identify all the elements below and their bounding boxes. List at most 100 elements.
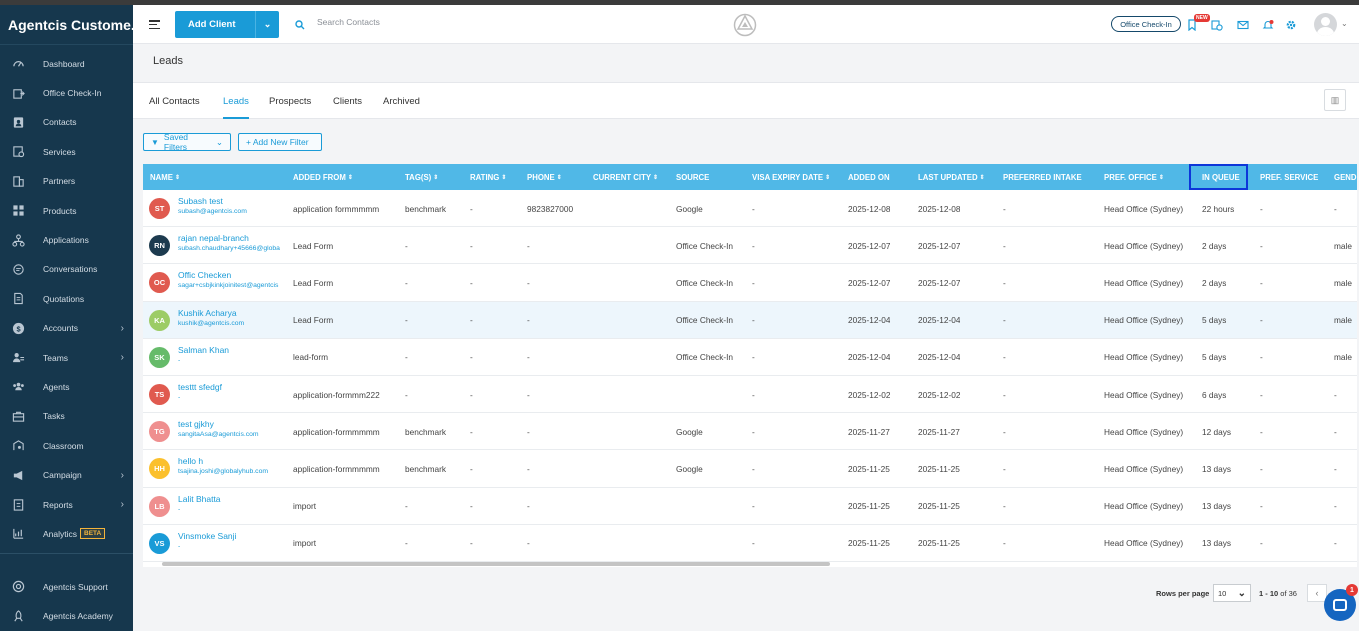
sidebar-item-applications[interactable]: Applications xyxy=(0,225,133,254)
sidebar-item-office-check-in[interactable]: Office Check-In xyxy=(0,78,133,107)
sidebar-item-agentcis-academy[interactable]: Agentcis Academy xyxy=(0,601,133,630)
contact-name-link[interactable]: rajan nepal-branch xyxy=(178,233,282,243)
sidebar-item-accounts[interactable]: $ Accounts › xyxy=(0,314,133,343)
column-header-added-on[interactable]: ADDED ON xyxy=(848,164,890,190)
column-header-tag-s[interactable]: TAG(S) ⇕ xyxy=(405,164,438,190)
schedule-icon[interactable] xyxy=(1210,18,1224,32)
table-row[interactable]: LB Lalit Bhatta - import - - - -2025-11-25 2025-… xyxy=(143,487,1357,525)
chevron-down-icon[interactable]: ⌄ xyxy=(1341,19,1348,28)
contact-name-link[interactable]: Lalit Bhatta xyxy=(178,494,282,504)
sort-icon[interactable]: ⇕ xyxy=(348,174,353,181)
search-icon xyxy=(295,20,305,32)
cell-added-from: Lead Form xyxy=(293,277,334,288)
sidebar-item-analytics[interactable]: Analytics BETA xyxy=(0,519,133,548)
contact-name-link[interactable]: testtt sfedgf xyxy=(178,382,282,392)
table-row[interactable]: TS testtt sfedgf - application-formmm222 - - -… xyxy=(143,376,1357,414)
user-avatar[interactable] xyxy=(1314,13,1337,36)
notification-bell-icon[interactable] xyxy=(1261,18,1275,32)
horizontal-scrollbar[interactable] xyxy=(162,562,830,566)
sidebar-item-label: Agentcis Support xyxy=(43,581,108,592)
table-row[interactable]: SK Salman Khan - lead-form - - - Office Check-I… xyxy=(143,338,1357,376)
table-row[interactable]: HH hello h tsajina.joshi@globalyhub.com app… xyxy=(143,450,1357,488)
office-check-in-button[interactable]: Office Check-In xyxy=(1111,16,1181,32)
column-header-pref-service[interactable]: PREF. SERVICE xyxy=(1260,164,1318,190)
search-input[interactable] xyxy=(317,17,517,27)
in-queue-highlight-box xyxy=(1189,164,1248,190)
cell-queue: 13 days xyxy=(1202,463,1232,474)
cell-intake: - xyxy=(1003,277,1006,288)
table-row[interactable]: OC Offic Checken sagar+csbjkinkjoinitest@a… xyxy=(143,264,1357,302)
sidebar-item-partners[interactable]: Partners xyxy=(0,167,133,196)
contact-name-link[interactable]: Subash test xyxy=(178,196,282,206)
contact-name-link[interactable]: Offic Checken xyxy=(178,270,282,280)
sort-icon[interactable]: ⇕ xyxy=(175,174,180,181)
tab-prospects[interactable]: Prospects xyxy=(269,96,311,107)
sidebar-item-classroom[interactable]: Classroom xyxy=(0,431,133,460)
lifebuoy-icon xyxy=(11,580,25,594)
sidebar-item-tasks[interactable]: Tasks xyxy=(0,402,133,431)
contact-name-link[interactable]: Salman Khan xyxy=(178,345,282,355)
sidebar-item-conversations[interactable]: Conversations xyxy=(0,255,133,284)
contact-name-link[interactable]: Vinsmoke Sanji xyxy=(178,531,282,541)
column-header-name[interactable]: NAME ⇕ xyxy=(150,164,180,190)
sort-icon[interactable]: ⇕ xyxy=(825,174,830,181)
hamburger-menu-icon[interactable] xyxy=(149,20,160,30)
sidebar-item-campaign[interactable]: Campaign › xyxy=(0,460,133,489)
column-header-rating[interactable]: RATING ⇕ xyxy=(470,164,506,190)
tab-archived[interactable]: Archived xyxy=(383,96,420,107)
cell-service: - xyxy=(1260,315,1263,326)
add-new-filter-button[interactable]: + Add New Filter xyxy=(238,133,322,151)
contact-name-link[interactable]: test gjkhy xyxy=(178,419,282,429)
cell-gender: - xyxy=(1334,426,1337,437)
table-row[interactable]: VS Vinsmoke Sanji - import - - - -2025-11-25 202… xyxy=(143,524,1357,562)
contact-name-link[interactable]: hello h xyxy=(178,456,282,466)
sidebar-item-dashboard[interactable]: Dashboard xyxy=(0,49,133,78)
column-header-current-city[interactable]: CURRENT CITY ⇕ xyxy=(593,164,658,190)
tab-all-contacts[interactable]: All Contacts xyxy=(149,96,200,107)
brand-title[interactable]: Agentcis Custome... xyxy=(0,5,133,45)
column-header-added-from[interactable]: ADDED FROM ⇕ xyxy=(293,164,353,190)
saved-filters-button[interactable]: ▼ Saved Filters ⌄ xyxy=(143,132,231,152)
add-client-button[interactable]: Add Client ⌄ xyxy=(175,11,279,38)
sidebar-item-label: Tasks xyxy=(43,411,65,422)
column-header-gend[interactable]: GEND xyxy=(1334,164,1357,190)
sidebar-item-services[interactable]: Services xyxy=(0,137,133,166)
sort-icon[interactable]: ⇕ xyxy=(557,174,562,181)
table-row[interactable]: KA Kushik Acharya kushik@agentcis.com Lead … xyxy=(143,301,1357,339)
table-row[interactable]: RN rajan nepal-branch subash.chaudhary+456… xyxy=(143,227,1357,265)
sidebar-item-reports[interactable]: Reports › xyxy=(0,490,133,519)
column-header-preferred-intake[interactable]: PREFERRED INTAKE xyxy=(1003,164,1082,190)
sidebar-item-agents[interactable]: Agents xyxy=(0,372,133,401)
sort-icon[interactable]: ⇕ xyxy=(1159,174,1164,181)
sidebar-item-quotations[interactable]: Quotations xyxy=(0,284,133,313)
sidebar-item-products[interactable]: Products xyxy=(0,196,133,225)
column-header-visa-expiry-date[interactable]: VISA EXPIRY DATE ⇕ xyxy=(752,164,830,190)
sort-icon[interactable]: ⇕ xyxy=(980,174,985,181)
column-header-pref-office[interactable]: PREF. OFFICE ⇕ xyxy=(1104,164,1164,190)
sidebar-item-contacts[interactable]: Contacts xyxy=(0,108,133,137)
column-header-phone[interactable]: PHONE ⇕ xyxy=(527,164,562,190)
mail-icon[interactable] xyxy=(1236,18,1250,32)
sort-icon[interactable]: ⇕ xyxy=(653,174,658,181)
sidebar-item-agentcis-support[interactable]: Agentcis Support xyxy=(0,572,133,601)
settings-gear-icon[interactable] xyxy=(1284,18,1298,32)
contact-name-block: Subash test subash@agentcis.com xyxy=(178,196,282,215)
table-row[interactable]: ST Subash test subash@agentcis.com applicat… xyxy=(143,190,1357,228)
sidebar-item-teams[interactable]: Teams › xyxy=(0,343,133,372)
chevron-right-icon: › xyxy=(120,469,124,481)
cell-queue: 5 days xyxy=(1202,315,1227,326)
column-header-last-updated[interactable]: LAST UPDATED ⇕ xyxy=(918,164,985,190)
briefcase-icon xyxy=(11,409,25,423)
tab-clients[interactable]: Clients xyxy=(333,96,362,107)
dollar-icon: $ xyxy=(11,321,25,335)
sort-icon[interactable]: ⇕ xyxy=(501,174,506,181)
column-header-source[interactable]: SOURCE xyxy=(676,164,709,190)
contact-name-link[interactable]: Kushik Acharya xyxy=(178,308,282,318)
tab-leads[interactable]: Leads xyxy=(223,96,249,107)
rows-per-page-select[interactable]: 10 ⌄ xyxy=(1213,584,1251,602)
chevron-down-icon[interactable]: ⌄ xyxy=(255,11,279,38)
sort-icon[interactable]: ⇕ xyxy=(433,174,438,181)
cell-intake: - xyxy=(1003,463,1006,474)
table-row[interactable]: TG test gjkhy sangitaAsa@agentcis.com appli… xyxy=(143,413,1357,451)
column-settings-icon[interactable]: ▥ xyxy=(1324,89,1346,111)
